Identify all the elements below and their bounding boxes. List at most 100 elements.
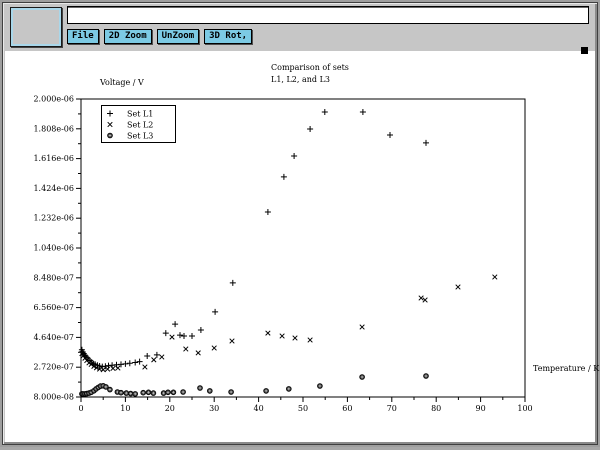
y-tick-label: 1.232e-06	[33, 214, 74, 223]
marker-cross	[212, 346, 217, 351]
y-tick-label: 6.560e-07	[33, 303, 74, 312]
marker-cross	[266, 331, 271, 336]
marker-circle-plus	[286, 387, 291, 392]
marker-circle-plus	[207, 389, 212, 394]
legend: Set L1 Set L2 Set L3	[102, 106, 176, 143]
x-tick-label: 90	[476, 404, 486, 413]
x-tick-label: 80	[431, 404, 441, 413]
y-tick-label: 8.480e-07	[33, 273, 74, 282]
marker-cross	[456, 285, 461, 290]
marker-plus	[154, 352, 160, 358]
x-tick-label: 30	[209, 404, 219, 413]
marker-plus	[189, 333, 195, 339]
marker-plus	[360, 109, 366, 115]
y-tick-label: 1.424e-06	[33, 184, 74, 193]
marker-cross	[493, 275, 498, 280]
x-axis-label: Temperature / K	[533, 364, 600, 373]
marker-circle-plus	[318, 384, 323, 389]
marker-circle-plus	[151, 391, 156, 396]
marker-plus	[307, 126, 313, 132]
app-window: File 2D Zoom UnZoom 3D Rot, 2.000e-061.8…	[2, 2, 598, 445]
marker-plus	[423, 140, 429, 146]
marker-circle-plus	[108, 133, 113, 138]
marker-circle-plus	[166, 390, 171, 395]
marker-cross	[101, 367, 106, 372]
chart-title: Comparison of sets L1, L2, and L3	[271, 63, 349, 84]
marker-plus	[265, 209, 271, 215]
x-tick-label: 20	[165, 404, 175, 413]
marker-plus	[132, 360, 138, 366]
marker-plus	[144, 353, 150, 359]
x-tick-label: 70	[387, 404, 397, 413]
marker-circle-plus	[181, 390, 186, 395]
x-tick-label: 50	[298, 404, 308, 413]
marker-circle-plus	[141, 390, 146, 395]
marker-plus	[291, 153, 297, 159]
marker-circle-plus	[119, 390, 124, 395]
marker-circle-plus	[128, 391, 133, 396]
plot-canvas[interactable]: 2.000e-06 1.808e-06 1.616e-06 1.424e-06 1.23…	[3, 3, 600, 450]
y-tick-label: 2.720e-07	[33, 363, 74, 372]
marker-plus	[198, 327, 204, 333]
marker-circle-plus	[264, 389, 269, 394]
marker-circle-plus	[146, 390, 151, 395]
window-frame: File 2D Zoom UnZoom 3D Rot, 2.000e-061.8…	[0, 0, 600, 447]
y-axis: 2.000e-06 1.808e-06 1.616e-06 1.424e-06 1.23…	[33, 95, 81, 402]
marker-plus	[127, 360, 133, 366]
marker-plus	[181, 333, 187, 339]
legend-label: Set L1	[127, 110, 153, 119]
marker-cross	[293, 336, 298, 341]
marker-circle-plus	[360, 375, 365, 380]
series-set-l1	[79, 109, 429, 370]
marker-cross	[105, 367, 110, 372]
marker-plus	[163, 330, 169, 336]
legend-label: Set L2	[127, 121, 153, 130]
y-tick-label: 1.808e-06	[33, 124, 74, 133]
marker-plus	[137, 359, 143, 365]
marker-cross	[152, 358, 157, 363]
y-tick-label: 8.000e-08	[33, 393, 74, 402]
marker-circle-plus	[198, 386, 203, 391]
marker-plus	[387, 132, 393, 138]
y-axis-label: Voltage / V	[99, 78, 144, 87]
marker-cross	[111, 366, 116, 371]
x-tick-label: 0	[78, 404, 83, 413]
chart-title-line: Comparison of sets	[271, 63, 349, 72]
marker-plus	[322, 109, 328, 115]
marker-circle-plus	[108, 387, 113, 392]
legend-label: Set L3	[127, 132, 153, 141]
marker-circle-plus	[133, 392, 138, 397]
x-axis: 0 10 20 30 40 50 60 70 80 90 100	[78, 397, 532, 413]
marker-cross	[170, 335, 175, 340]
x-tick-label: 10	[120, 404, 130, 413]
marker-plus	[177, 332, 183, 338]
series-set-l2	[80, 275, 498, 372]
marker-plus	[230, 280, 236, 286]
marker-plus	[172, 321, 178, 327]
marker-plus	[281, 174, 287, 180]
marker-cross	[230, 339, 235, 344]
marker-cross	[308, 338, 313, 343]
marker-cross	[280, 334, 285, 339]
marker-plus	[212, 309, 218, 315]
x-tick-label: 100	[517, 404, 532, 413]
marker-cross	[116, 366, 121, 371]
y-tick-label: 4.640e-07	[33, 333, 74, 342]
marker-circle-plus	[229, 390, 234, 395]
marker-cross	[360, 325, 365, 330]
marker-cross	[184, 347, 189, 352]
series-set-l3	[80, 374, 429, 397]
y-tick-label: 1.616e-06	[33, 154, 74, 163]
marker-plus	[122, 361, 128, 367]
marker-cross	[143, 365, 148, 370]
marker-circle-plus	[171, 390, 176, 395]
marker-circle-plus	[424, 374, 429, 379]
plot-box	[81, 99, 525, 397]
y-tick-label: 2.000e-06	[33, 95, 74, 104]
marker-cross	[160, 355, 165, 360]
marker-cross	[196, 351, 201, 356]
x-tick-label: 60	[342, 404, 352, 413]
x-tick-label: 40	[254, 404, 264, 413]
marker-circle-plus	[161, 391, 166, 396]
chart-title-line: L1, L2, and L3	[271, 75, 330, 84]
